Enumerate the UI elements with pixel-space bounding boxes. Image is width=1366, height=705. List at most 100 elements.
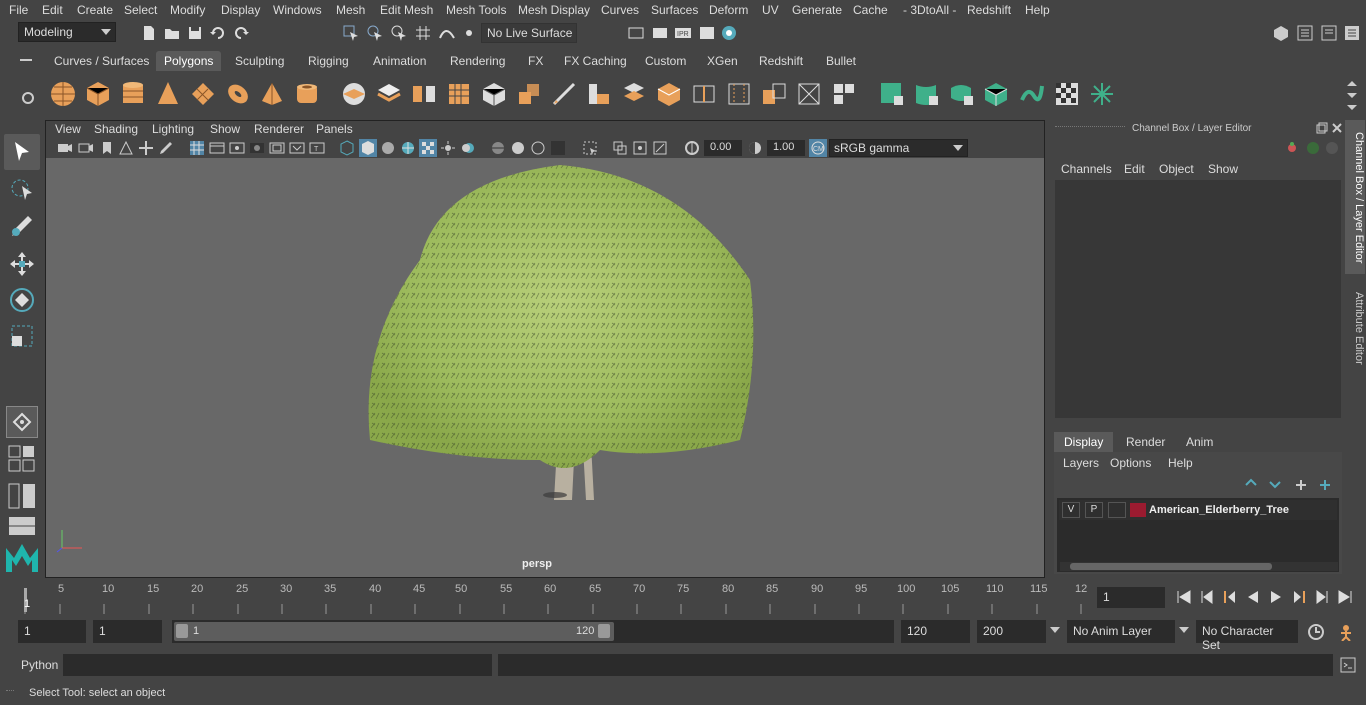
poly-cone-icon[interactable] [154,80,182,108]
float-panel-icon[interactable] [1316,122,1328,134]
range-start-grip[interactable] [176,624,188,638]
anti-aliasing-icon[interactable] [530,140,546,156]
command-input[interactable] [63,654,492,676]
layer-visibility-toggle[interactable]: V [1062,502,1080,518]
layer-playback-toggle[interactable]: P [1085,502,1103,518]
rotate-tool-icon[interactable] [8,286,36,314]
menu-modify[interactable]: Modify [170,3,205,17]
viewport-menu-view[interactable]: View [55,122,81,136]
uv-automatic-icon[interactable] [983,80,1011,108]
insert-edge-loop-icon[interactable] [690,80,718,108]
poly-cylinder-icon[interactable] [119,80,147,108]
tab-polygons[interactable]: Polygons [156,51,222,71]
fill-hole-icon[interactable] [655,80,683,108]
shelf-scroll-icon[interactable] [1345,78,1359,112]
chevron-down-icon[interactable] [1050,627,1060,633]
tab-curves-surfaces[interactable]: Curves / Surfaces [48,51,155,71]
tab-rigging[interactable]: Rigging [302,51,355,71]
field-chart-icon[interactable] [269,140,285,156]
merge-icon[interactable] [830,80,858,108]
bookmark-icon[interactable] [99,140,115,156]
layer-scrollbar-thumb[interactable] [1070,563,1272,570]
shelf-settings-icon[interactable] [20,90,36,106]
smooth-shade-icon[interactable] [359,139,377,157]
viewport-menu-panels[interactable]: Panels [316,122,353,136]
viewport-menu-show[interactable]: Show [210,122,240,136]
image-plane-icon[interactable] [118,140,134,156]
menu-edit-mesh[interactable]: Edit Mesh [380,3,433,17]
range-slider-handle[interactable] [174,622,614,641]
animation-preferences-icon[interactable] [1337,623,1355,641]
layers-menu[interactable]: Layers [1063,456,1099,470]
poly-cube-icon[interactable] [84,80,112,108]
uv-planar-icon[interactable] [878,80,906,108]
range-end-grip[interactable] [598,624,610,638]
screen-space-ao-icon[interactable] [490,140,506,156]
move-tool-icon[interactable] [8,250,36,278]
go-to-end-icon[interactable] [1337,590,1353,604]
current-frame-field[interactable]: 1 [1097,587,1165,608]
tab-xgen[interactable]: XGen [701,51,744,71]
separate-icon[interactable] [410,80,438,108]
layout-outliner-icon[interactable] [8,483,36,509]
tab-display[interactable]: Display [1054,432,1114,452]
uv-cylindrical-icon[interactable] [913,80,941,108]
bridge-icon[interactable] [585,80,613,108]
menu-create[interactable]: Create [77,3,113,17]
select-hierarchy-icon[interactable] [342,24,360,42]
move-layer-down-icon[interactable] [1268,477,1284,491]
shelf-menu-icon[interactable] [18,54,34,66]
select-object-icon[interactable] [366,24,384,42]
script-editor-icon[interactable] [1339,656,1357,674]
channel-object-menu[interactable]: Object [1159,162,1194,176]
smooth-icon[interactable] [445,80,473,108]
channels-menu[interactable]: Channels [1061,162,1112,176]
snap-point-icon[interactable] [460,24,478,42]
select-tool-button[interactable] [4,134,40,170]
menu-generate[interactable]: Generate [792,3,842,17]
use-all-lights-icon[interactable] [440,140,456,156]
workspace-icon[interactable] [1272,24,1290,42]
gate-mask-icon[interactable] [249,140,265,156]
auto-key-icon[interactable] [1307,623,1325,641]
scale-tool-icon[interactable] [8,322,36,350]
tab-redshift[interactable]: Redshift [753,51,809,71]
film-gate-icon[interactable] [209,140,225,156]
render-settings-icon[interactable] [627,24,645,42]
poly-pyramid-icon[interactable] [258,80,286,108]
textured-icon[interactable] [419,139,437,157]
close-icon[interactable] [1331,122,1343,134]
menu-uv[interactable]: UV [762,3,779,17]
tab-rendering[interactable]: Rendering [444,51,511,71]
paint-select-icon[interactable] [8,212,36,240]
anim-end-field[interactable]: 200 [977,620,1046,643]
side-tab-attribute-editor[interactable]: Attribute Editor [1345,286,1365,370]
menu-3dtoall[interactable]: - 3DtoAll - [903,3,956,17]
options-menu[interactable]: Options [1110,456,1151,470]
ipr-render-icon[interactable]: IPR [674,24,692,42]
tab-custom[interactable]: Custom [639,51,692,71]
tree-model[interactable] [360,160,760,505]
platonic-solid-icon[interactable] [340,80,368,108]
uv-sew-icon[interactable] [1018,80,1046,108]
tab-anim[interactable]: Anim [1176,432,1223,452]
target-weld-icon[interactable] [795,80,823,108]
color-management-icon[interactable]: CM [809,139,827,157]
uv-spherical-icon[interactable] [948,80,976,108]
play-backwards-icon[interactable] [1245,590,1261,604]
toggle-channel-box-icon[interactable] [1343,24,1361,42]
render-frame-icon[interactable] [651,24,669,42]
camera-select-icon[interactable] [57,140,73,156]
safe-title-icon[interactable]: T [309,140,325,156]
toggle-attribute-editor-icon[interactable] [1296,24,1314,42]
render-view-icon[interactable] [698,24,716,42]
poly-pipe-icon[interactable] [293,80,321,108]
menu-surfaces[interactable]: Surfaces [651,3,698,17]
channel-show-menu[interactable]: Show [1208,162,1238,176]
depth-of-field-icon[interactable] [550,140,566,156]
lasso-tool-icon[interactable] [8,176,36,204]
playback-end-field[interactable]: 120 [901,620,970,643]
live-surface-field[interactable]: No Live Surface [481,23,577,43]
tab-fx[interactable]: FX [522,51,549,71]
play-forwards-icon[interactable] [1268,590,1284,604]
